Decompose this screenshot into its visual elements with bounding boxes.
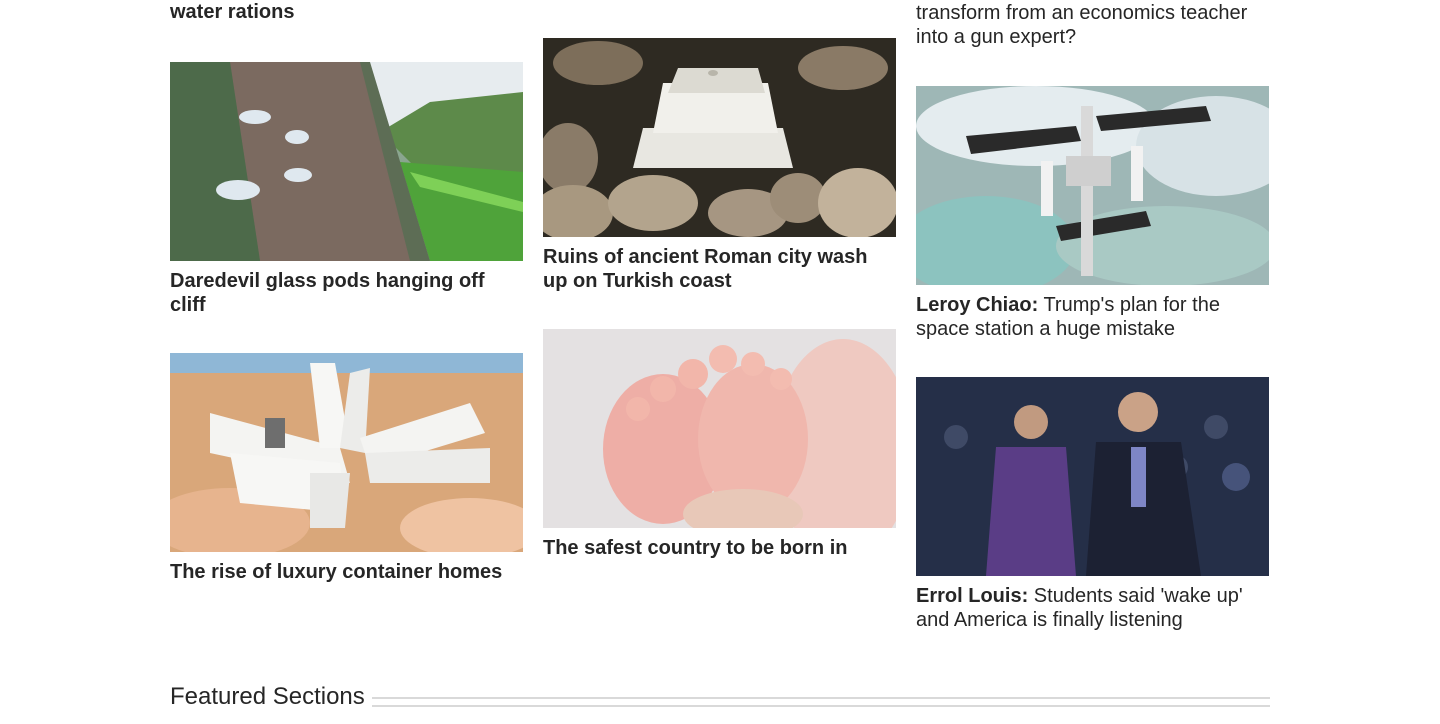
story-card-container-homes[interactable]: The rise of luxury container homes	[170, 353, 523, 584]
story-image-town-hall[interactable]	[916, 377, 1269, 576]
story-title[interactable]: The rise of luxury container homes	[170, 560, 523, 584]
headline-fragment-left[interactable]: water rations	[170, 0, 523, 24]
story-image-space-station[interactable]	[916, 86, 1269, 285]
story-card-safest-country[interactable]: The safest country to be born in	[543, 329, 896, 560]
section-divider	[372, 697, 1270, 707]
story-title[interactable]: Daredevil glass pods hanging off cliff	[170, 269, 523, 317]
story-image-container-homes[interactable]	[170, 353, 523, 552]
story-author[interactable]: Leroy Chiao:	[916, 294, 1038, 316]
story-image-roman-ruins[interactable]	[543, 38, 896, 237]
story-card-space-station[interactable]: Leroy Chiao: Trump's plan for the space …	[916, 86, 1269, 341]
story-title[interactable]: The safest country to be born in	[543, 536, 896, 560]
story-card-roman-ruins[interactable]: Ruins of ancient Roman city wash up on T…	[543, 38, 896, 293]
story-card-students-wake-up[interactable]: Errol Louis: Students said 'wake up' and…	[916, 377, 1269, 632]
headline-text[interactable]: transform from an economics teacher into…	[916, 1, 1269, 49]
story-image-glass-pods[interactable]	[170, 62, 523, 261]
story-author[interactable]: Errol Louis:	[916, 585, 1028, 607]
section-title: Featured Sections	[170, 683, 365, 710]
headline-fragment-right[interactable]: transform from an economics teacher into…	[916, 1, 1269, 49]
story-title-group[interactable]: Errol Louis: Students said 'wake up' and…	[916, 584, 1269, 632]
story-card-glass-pods[interactable]: Daredevil glass pods hanging off cliff	[170, 62, 523, 317]
headline-text[interactable]: water rations	[170, 0, 523, 24]
featured-sections-header: Featured Sections	[170, 682, 1270, 712]
story-title[interactable]: Ruins of ancient Roman city wash up on T…	[543, 245, 896, 293]
story-image-baby-feet[interactable]	[543, 329, 896, 528]
story-title-group[interactable]: Leroy Chiao: Trump's plan for the space …	[916, 293, 1269, 341]
